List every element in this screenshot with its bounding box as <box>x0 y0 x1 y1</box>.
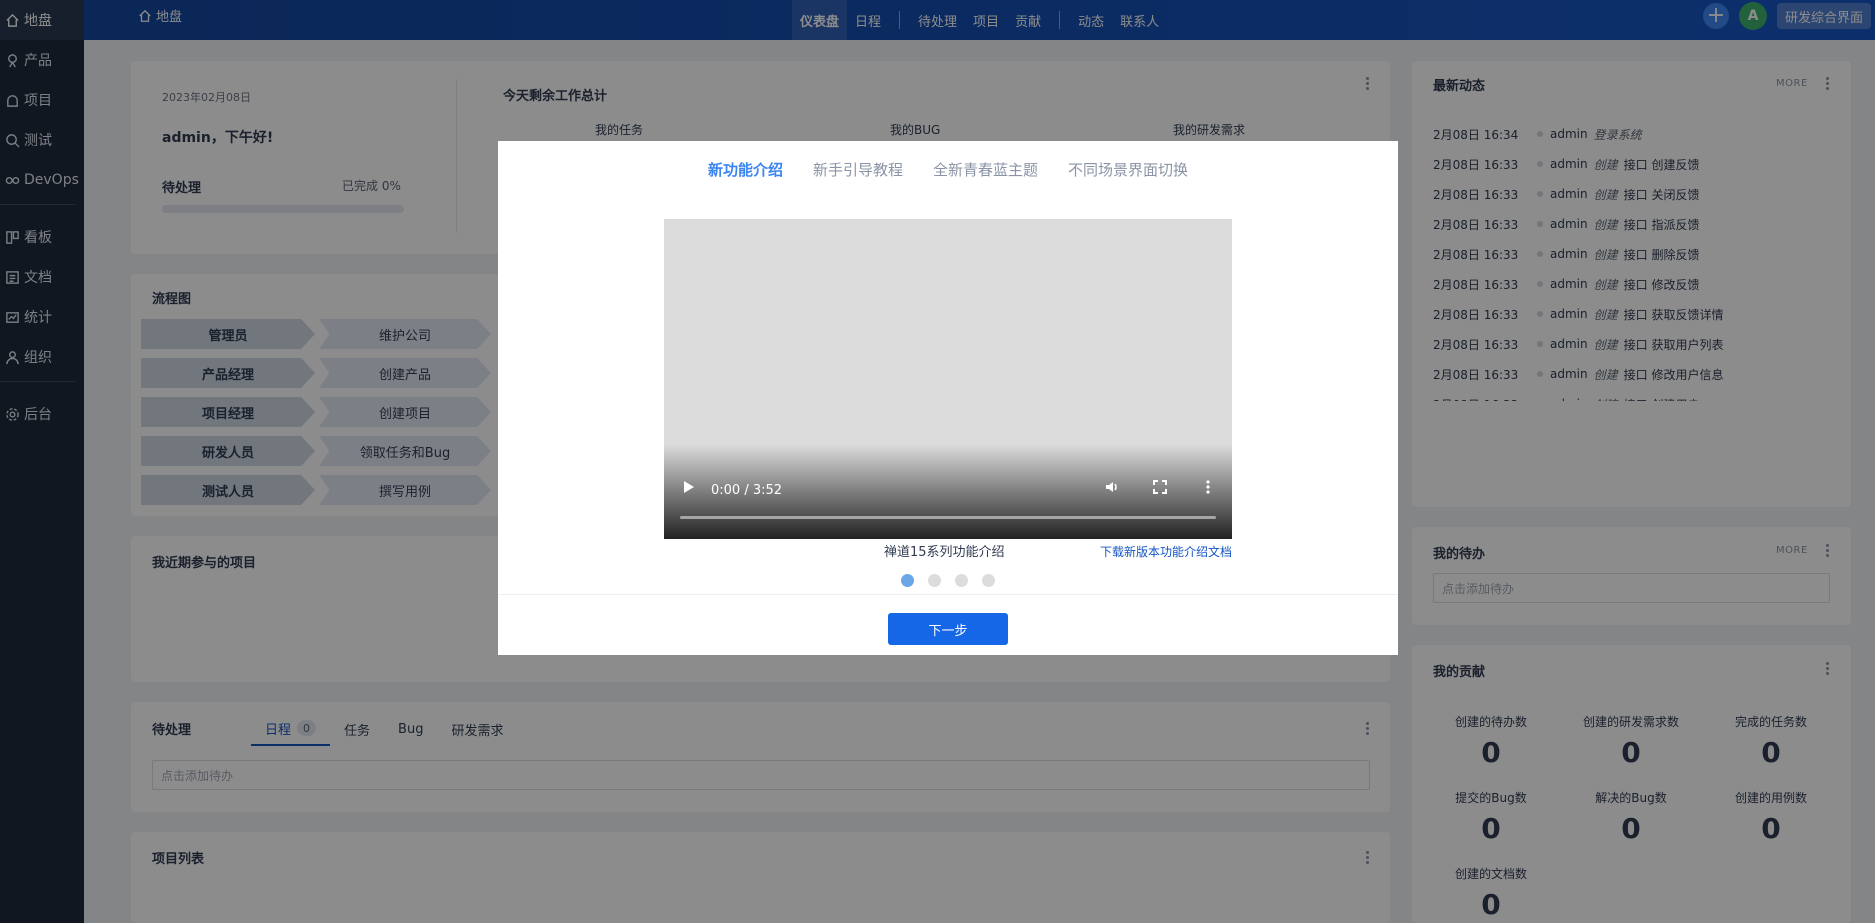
carousel-dots <box>901 574 995 587</box>
video-caption: 禅道15系列功能介绍 <box>884 545 1005 560</box>
video-options-icon[interactable] <box>1200 479 1216 499</box>
carousel-dot[interactable] <box>901 574 914 587</box>
tab-scene-switch[interactable]: 不同场景界面切换 <box>1068 159 1188 180</box>
modal-divider <box>498 594 1398 595</box>
intro-video-player[interactable]: 0:00 / 3:52 <box>664 219 1232 539</box>
download-doc-link[interactable]: 下载新版本功能介绍文档 <box>1100 543 1232 560</box>
modal-tabs: 新功能介绍 新手引导教程 全新青春蓝主题 不同场景界面切换 <box>498 159 1398 180</box>
video-time: 0:00 / 3:52 <box>711 483 783 498</box>
feature-tour-modal: 新功能介绍 新手引导教程 全新青春蓝主题 不同场景界面切换 0:00 / 3:5… <box>498 141 1398 655</box>
video-seek-bar[interactable] <box>680 516 1216 519</box>
carousel-dot[interactable] <box>955 574 968 587</box>
tab-beginner-guide[interactable]: 新手引导教程 <box>813 159 903 180</box>
fullscreen-icon[interactable] <box>1152 479 1168 499</box>
play-icon[interactable] <box>680 479 696 499</box>
tab-new-features[interactable]: 新功能介绍 <box>708 159 783 180</box>
volume-icon[interactable] <box>1104 479 1120 499</box>
tab-blue-theme[interactable]: 全新青春蓝主题 <box>933 159 1038 180</box>
carousel-dot[interactable] <box>928 574 941 587</box>
carousel-dot[interactable] <box>982 574 995 587</box>
next-step-button[interactable]: 下一步 <box>888 613 1008 645</box>
